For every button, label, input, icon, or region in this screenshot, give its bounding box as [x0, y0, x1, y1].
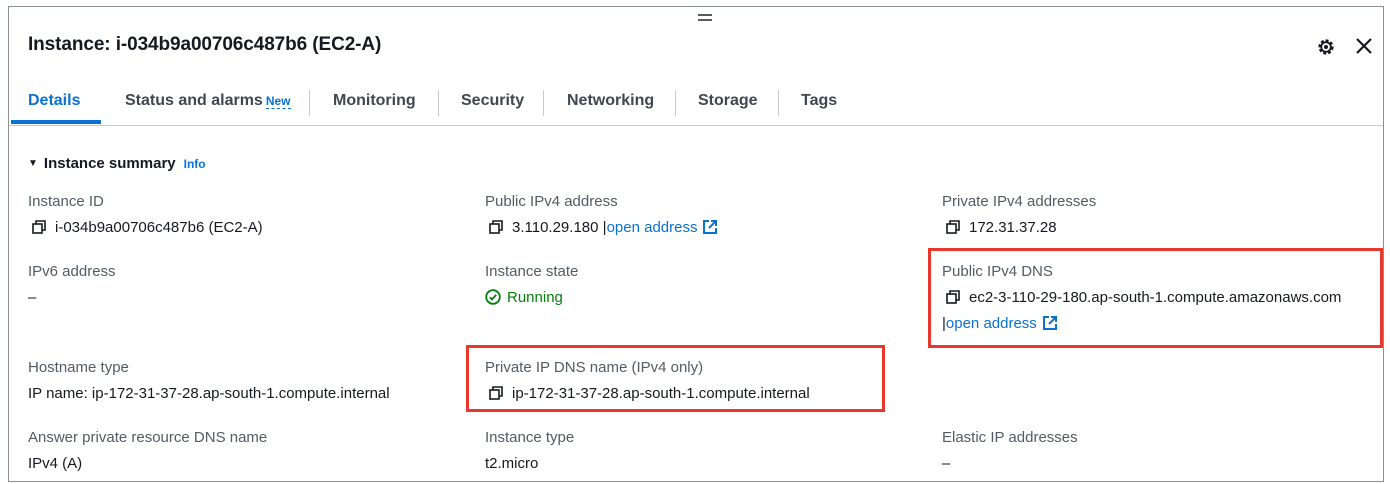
field-label: Answer private resource DNS name [28, 429, 268, 446]
copy-icon[interactable] [489, 220, 503, 238]
public-dns-link-row: |open address [942, 315, 1058, 335]
field-label: Elastic IP addresses [942, 429, 1078, 446]
new-badge: New [265, 94, 291, 109]
field-label: Instance ID [28, 193, 104, 210]
state-text: Running [507, 289, 563, 306]
tab-monitoring[interactable]: Monitoring [333, 80, 416, 124]
public-dns-value: ec2-3-110-29-180.ap-south-1.compute.amaz… [946, 289, 1341, 308]
tab-tags[interactable]: Tags [801, 80, 837, 124]
close-icon[interactable] [1352, 34, 1376, 58]
check-circle-icon [485, 289, 501, 309]
field-label: Public IPv4 DNS [942, 263, 1053, 280]
section-instance-summary[interactable]: ▼ Instance summary Info [28, 155, 206, 172]
tab-status-and-alarms[interactable]: Status and alarms New [125, 80, 291, 124]
section-title: Instance summary [43, 155, 176, 172]
answer-dns-value: IPv4 (A) [28, 455, 83, 472]
external-link-icon[interactable] [1042, 315, 1058, 335]
tab-details[interactable]: Details [28, 80, 80, 124]
tab-label: Storage [698, 92, 758, 109]
tab-divider [438, 90, 439, 116]
elastic-ip-value: – [942, 455, 951, 472]
field-label: Instance type [485, 429, 575, 446]
instance-type-value: t2.micro [485, 455, 539, 472]
copy-icon[interactable] [946, 220, 960, 238]
field-label: Instance state [485, 263, 579, 280]
public-ipv4-text: 3.110.29.180 [512, 219, 599, 236]
copy-icon[interactable] [32, 220, 46, 238]
instance-state-value: Running [485, 289, 563, 309]
tab-divider [675, 90, 676, 116]
tab-storage[interactable]: Storage [698, 80, 758, 124]
private-ipv4-text: 172.31.37.28 [969, 219, 1057, 236]
instance-id-text: i-034b9a00706c487b6 (EC2-A) [55, 219, 263, 236]
tab-label: Details [28, 92, 81, 109]
tab-divider [778, 90, 779, 116]
field-label: Private IPv4 addresses [942, 193, 1097, 210]
public-ipv4-value: 3.110.29.180 |open address [489, 219, 718, 239]
tab-networking[interactable]: Networking [567, 80, 654, 124]
copy-icon[interactable] [946, 290, 960, 308]
open-address-link[interactable]: open address [946, 315, 1037, 332]
page-title: Instance: i-034b9a00706c487b6 (EC2-A) [28, 34, 382, 55]
tab-label: Tags [801, 92, 838, 109]
caret-down-icon: ▼ [28, 158, 38, 169]
hostname-type-value: IP name: ip-172-31-37-28.ap-south-1.comp… [28, 385, 390, 402]
drag-handle-icon[interactable] [698, 14, 712, 24]
tab-label: Monitoring [333, 92, 416, 109]
field-label: Private IP DNS name (IPv4 only) [485, 359, 704, 376]
info-link[interactable]: Info [184, 157, 206, 171]
gear-icon[interactable] [1316, 37, 1336, 57]
instance-id-value: i-034b9a00706c487b6 (EC2-A) [32, 219, 263, 238]
open-address-link[interactable]: open address [607, 219, 698, 236]
tab-label: Networking [567, 92, 655, 109]
private-ipv4-value: 172.31.37.28 [946, 219, 1057, 238]
tab-label: Security [461, 92, 525, 109]
field-label: Hostname type [28, 359, 129, 376]
tab-divider [543, 90, 544, 116]
tab-divider [309, 90, 310, 116]
copy-icon[interactable] [489, 386, 503, 404]
active-tab-indicator [11, 120, 101, 124]
field-label: Public IPv4 address [485, 193, 618, 210]
tab-label: Status and alarms [125, 92, 263, 109]
tab-security[interactable]: Security [461, 80, 524, 124]
ipv6-value: – [28, 289, 37, 306]
field-label: IPv6 address [28, 263, 116, 280]
public-dns-text: ec2-3-110-29-180.ap-south-1.compute.amaz… [969, 289, 1342, 306]
private-dns-text: ip-172-31-37-28.ap-south-1.compute.inter… [512, 385, 810, 402]
external-link-icon[interactable] [702, 219, 718, 239]
private-dns-value: ip-172-31-37-28.ap-south-1.compute.inter… [489, 385, 810, 404]
